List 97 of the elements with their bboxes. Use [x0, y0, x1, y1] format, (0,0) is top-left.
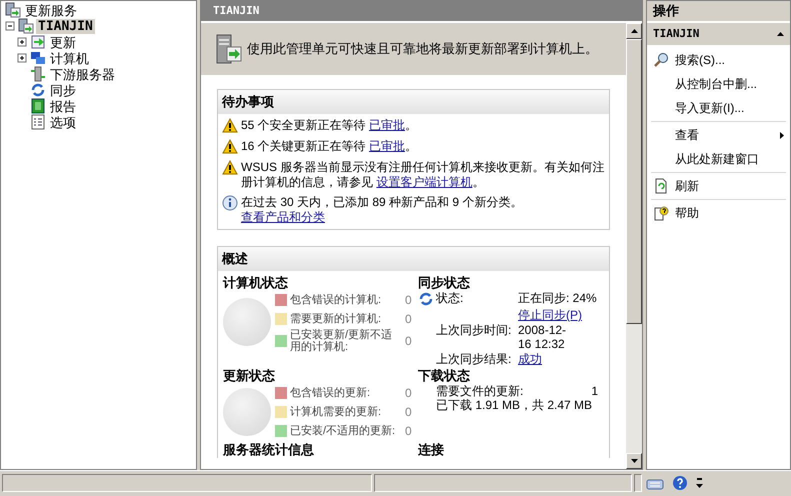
action-label: 查看	[675, 127, 700, 144]
sync-icon	[30, 82, 46, 98]
action-item[interactable]: 查看	[651, 123, 786, 147]
action-label: 从控制台中删...	[675, 76, 758, 93]
legend-label: 已安装更新/更新不适用的计算机:	[290, 329, 394, 353]
legend-value: 0	[405, 404, 412, 421]
monitors-icon	[30, 50, 46, 66]
collapse-icon[interactable]	[5, 20, 16, 32]
todo-text: 在过去 30 天内，已添加 89 种新产品和 9 个新分类。 查看产品和分类	[241, 195, 524, 225]
section-heading: 同步状态	[418, 275, 471, 291]
section-title: TIANJIN	[653, 26, 700, 42]
card-heading: 概述	[218, 247, 609, 271]
sync-label: 上次同步结果:	[436, 352, 512, 366]
action-item[interactable]: 帮助	[651, 201, 786, 225]
help-icon[interactable]	[672, 475, 688, 491]
server-arrows-icon	[30, 66, 46, 82]
help-page-icon	[653, 205, 669, 221]
legend-value: 0	[405, 311, 412, 328]
up-arrow-icon	[630, 29, 638, 33]
card-heading: 待办事项	[218, 90, 609, 114]
status-bar-panel	[634, 474, 642, 492]
legend-value: 0	[405, 292, 412, 309]
action-item[interactable]: 从控制台中删...	[651, 72, 786, 96]
stop-sync-link[interactable]: 停止同步(P)	[518, 308, 582, 322]
empty-pie-chart	[223, 298, 271, 346]
action-item[interactable]: 导入更新(I)...	[651, 96, 786, 120]
todo-link[interactable]: 已审批	[369, 139, 406, 153]
section-heading: 计算机状态	[223, 275, 289, 291]
sync-label: 上次同步时间:	[436, 323, 512, 339]
arrow-page-icon	[30, 34, 46, 50]
scroll-down-button[interactable]	[626, 453, 642, 469]
submenu-arrow-icon	[780, 132, 784, 138]
action-label: 刷新	[675, 178, 700, 195]
section-heading: 下载状态	[418, 368, 471, 384]
action-item[interactable]: 搜索(S)...	[651, 48, 786, 72]
tree-item[interactable]: 同步	[48, 82, 78, 98]
todo-link[interactable]: 已审批	[369, 118, 406, 132]
sync-value: 2008-12-16 12:32	[518, 323, 568, 351]
legend-value: 0	[405, 385, 412, 402]
section-header[interactable]: TIANJIN	[647, 23, 790, 45]
section-heading: 服务器统计信息	[223, 442, 315, 458]
tree-item[interactable]: 报告	[48, 98, 78, 114]
warning-icon	[222, 139, 238, 155]
sync-value: 正在同步: 24%	[518, 291, 598, 307]
warning-icon	[222, 118, 238, 134]
down-arrow-icon	[630, 459, 638, 463]
collapse-icon[interactable]	[777, 32, 784, 36]
todo-link[interactable]: 设置客户端计算机	[376, 175, 472, 189]
tree-item[interactable]: 更新服务	[23, 2, 79, 18]
empty-pie-chart	[223, 388, 271, 436]
refresh-page-icon	[653, 178, 669, 194]
tree-item[interactable]: 计算机	[48, 50, 91, 66]
banner-text: 使用此管理单元可快速且可靠地将最新更新部署到计算机上。	[247, 40, 598, 58]
scroll-thumb[interactable]	[626, 39, 642, 324]
todo-link[interactable]: 查看产品和分类	[241, 210, 325, 224]
book-icon	[30, 98, 46, 114]
legend-label: 包含错误的更新:	[290, 387, 372, 399]
sync-icon	[418, 291, 434, 307]
action-item[interactable]: 从此处新建窗口	[651, 147, 786, 171]
legend-label: 需要更新的计算机:	[290, 313, 382, 325]
keyboard-icon[interactable]	[646, 477, 664, 491]
todo-text: WSUS 服务器当前显示没有注册任何计算机来接收更新。有关如何注册计算机的信息，请参见 设置客户端计算机。	[241, 160, 605, 190]
dropdown-arrow-icon[interactable]	[696, 478, 703, 488]
pane-title: 操作	[647, 1, 790, 21]
tree-item[interactable]: 选项	[48, 114, 78, 130]
download-summary: 已下载 1.91 MB，共 2.47 MB	[435, 398, 594, 412]
server-icon	[18, 18, 34, 34]
sync-label: 状态:	[436, 291, 464, 307]
legend-label: 已安装/不适用的更新:	[290, 425, 396, 437]
expand-icon[interactable]	[17, 36, 28, 48]
legend-value: 0	[405, 333, 412, 350]
action-label: 搜索(S)...	[675, 52, 726, 69]
sync-result-link[interactable]: 成功	[518, 352, 542, 366]
tree-item[interactable]: 更新	[48, 34, 78, 50]
download-label: 需要文件的更新:	[436, 384, 524, 398]
todo-text: 16 个关键更新正在等待 已审批。	[241, 139, 418, 154]
legend-label: 包含错误的计算机:	[290, 294, 382, 306]
scroll-up-button[interactable]	[626, 23, 642, 39]
section-heading: 连接	[418, 442, 445, 458]
tree-item[interactable]: 下游服务器	[48, 66, 117, 82]
warning-icon	[222, 160, 238, 176]
download-value: 1	[591, 384, 598, 398]
list-page-icon	[30, 114, 46, 130]
action-item[interactable]: 刷新	[651, 174, 786, 198]
legend-value: 0	[405, 423, 412, 440]
section-heading: 更新状态	[223, 368, 276, 384]
search-icon	[653, 52, 669, 68]
legend-label: 计算机需要的更新:	[290, 406, 382, 418]
tree-item[interactable]: TIANJIN	[36, 18, 95, 34]
expand-icon[interactable]	[17, 52, 28, 64]
info-icon	[222, 195, 238, 211]
todo-text: 55 个安全更新正在等待 已审批。	[241, 118, 418, 133]
action-label: 从此处新建窗口	[675, 151, 760, 168]
action-label: 帮助	[675, 205, 700, 222]
scrollbar[interactable]	[626, 23, 642, 469]
pane-title: TIANJIN	[201, 1, 642, 21]
action-label: 导入更新(I)...	[675, 100, 746, 117]
